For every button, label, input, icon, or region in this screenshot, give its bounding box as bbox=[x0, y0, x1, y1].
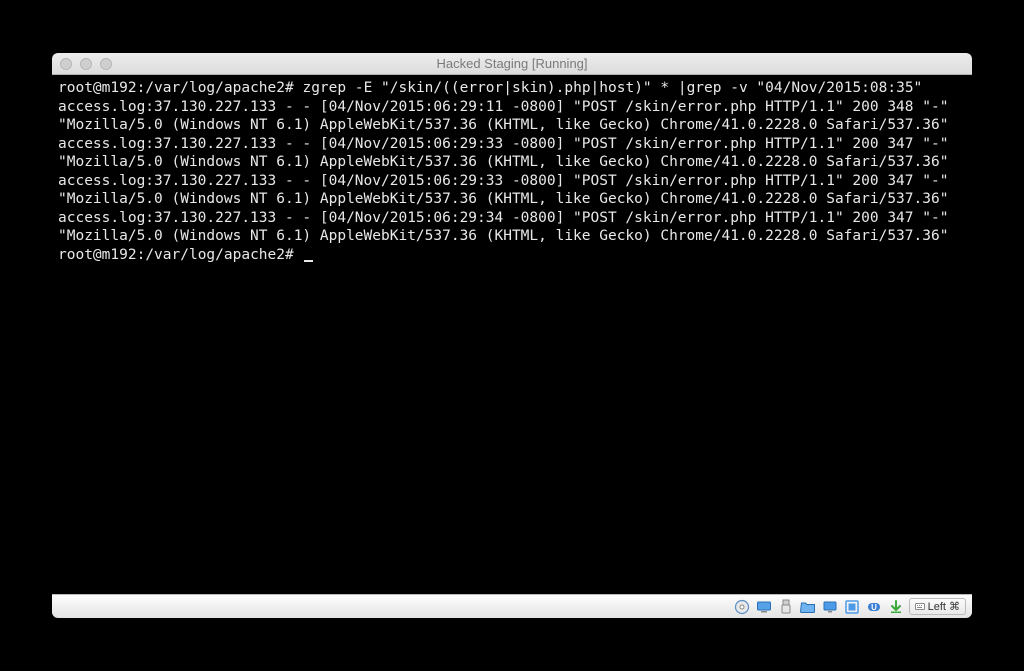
host-key-indicator[interactable]: Left ⌘ bbox=[909, 598, 966, 615]
seamless-mode-icon[interactable] bbox=[843, 598, 861, 616]
titlebar[interactable]: Hacked Staging [Running] bbox=[52, 53, 972, 75]
usb-icon[interactable] bbox=[777, 598, 795, 616]
guest-additions-icon[interactable]: U bbox=[865, 598, 883, 616]
command-text: zgrep -E "/skin/((error|skin).php|host)"… bbox=[302, 80, 922, 96]
shared-folder-icon[interactable] bbox=[799, 598, 817, 616]
minimize-button[interactable] bbox=[80, 58, 92, 70]
log-line: access.log:37.130.227.133 - - [04/Nov/20… bbox=[58, 136, 957, 171]
prompt-line-2: root@m192:/var/log/apache2# bbox=[58, 247, 313, 263]
optical-disk-icon[interactable] bbox=[733, 598, 751, 616]
close-button[interactable] bbox=[60, 58, 72, 70]
log-line: access.log:37.130.227.133 - - [04/Nov/20… bbox=[58, 99, 957, 134]
download-arrow-icon[interactable] bbox=[887, 598, 905, 616]
keyboard-icon bbox=[915, 602, 925, 612]
cursor bbox=[304, 260, 313, 262]
log-line: access.log:37.130.227.133 - - [04/Nov/20… bbox=[58, 173, 957, 208]
zoom-button[interactable] bbox=[100, 58, 112, 70]
statusbar: U Left ⌘ bbox=[52, 594, 972, 618]
svg-text:U: U bbox=[871, 603, 877, 612]
prompt-line-1: root@m192:/var/log/apache2# zgrep -E "/s… bbox=[58, 80, 922, 96]
vm-window: Hacked Staging [Running] root@m192:/var/… bbox=[52, 53, 972, 618]
monitor-icon[interactable] bbox=[821, 598, 839, 616]
display-icon[interactable] bbox=[755, 598, 773, 616]
host-key-label: Left ⌘ bbox=[928, 600, 960, 613]
traffic-lights bbox=[52, 58, 112, 70]
terminal-output[interactable]: root@m192:/var/log/apache2# zgrep -E "/s… bbox=[52, 75, 972, 594]
window-title: Hacked Staging [Running] bbox=[52, 56, 972, 71]
log-line: access.log:37.130.227.133 - - [04/Nov/20… bbox=[58, 210, 957, 245]
